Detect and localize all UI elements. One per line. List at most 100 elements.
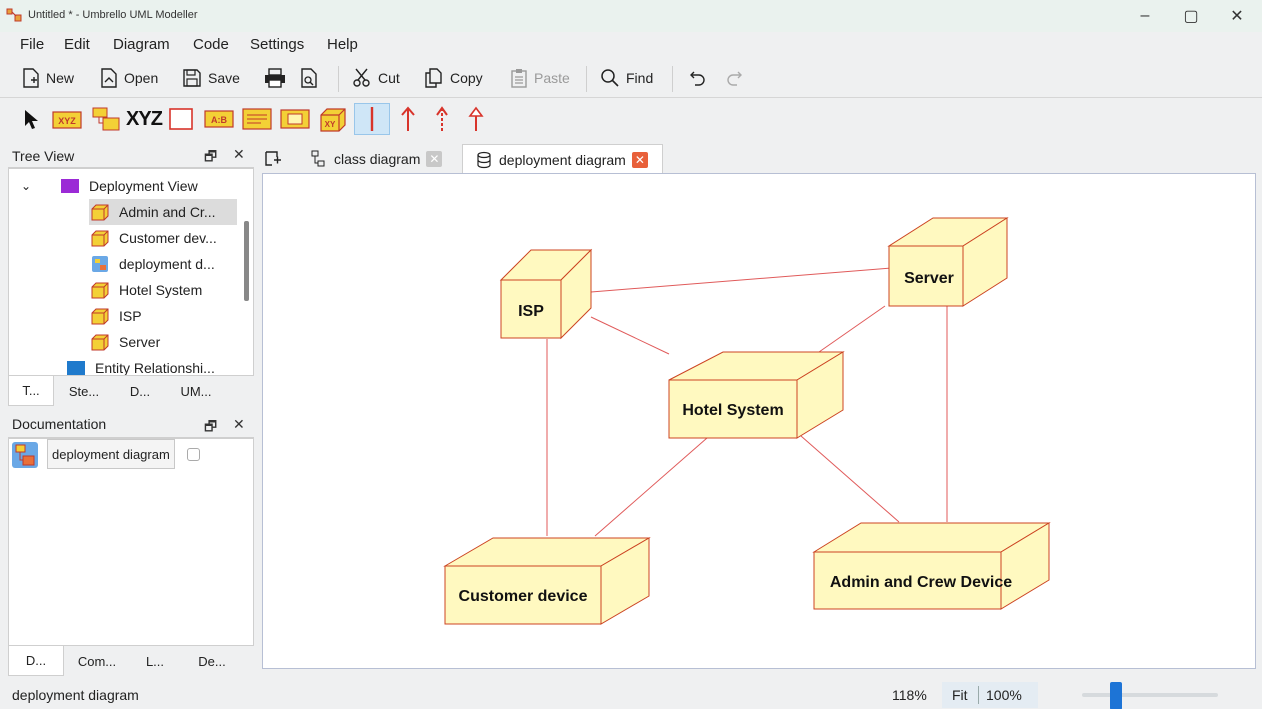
minimize-button[interactable]: – (1122, 2, 1168, 30)
new-label: New (46, 70, 75, 86)
tab-deployment-diagram[interactable]: deployment diagram ✕ (462, 144, 663, 174)
open-button[interactable]: Open (100, 64, 158, 92)
tree-view: ⌄ Deployment View Admin and Cr... Custom… (8, 168, 254, 376)
tab-tree[interactable]: T... (8, 376, 54, 406)
connection-isp-hotel[interactable] (590, 316, 670, 355)
float-panel-icon[interactable]: 🗗 (204, 146, 217, 170)
print-button[interactable] (264, 64, 292, 92)
connection-server-hotel[interactable] (818, 305, 886, 353)
dashed-arrow-icon (436, 106, 448, 131)
menu-code[interactable]: Code (193, 36, 229, 53)
object-tool[interactable]: A:B (202, 103, 236, 135)
association-tool[interactable] (394, 103, 422, 135)
node-label: Server (904, 270, 954, 287)
maximize-button[interactable]: ▢ (1168, 2, 1214, 30)
tree-item-deployment-diagram[interactable]: deployment d... (91, 251, 215, 277)
open-file-icon (101, 68, 117, 88)
new-button[interactable]: New (22, 64, 74, 92)
documentation-area[interactable]: deployment diagram (8, 438, 254, 646)
float-panel-icon[interactable]: 🗗 (204, 416, 217, 440)
tree-item-deployment-view[interactable]: ⌄ Deployment View (9, 173, 245, 199)
documentation-title: Documentation (12, 416, 107, 432)
tab-log[interactable]: L... (130, 646, 180, 676)
close-panel-icon[interactable]: ✕ (233, 416, 245, 433)
copy-button[interactable]: Copy (424, 64, 483, 92)
dashed-arrow-tool[interactable] (428, 103, 456, 135)
connection-isp-server[interactable] (590, 267, 892, 293)
select-tool[interactable] (16, 103, 46, 135)
menu-file[interactable]: File (20, 36, 44, 53)
diagram-canvas[interactable]: ISP Server Hotel System Customer device (262, 173, 1256, 669)
node-hotel-system[interactable]: Hotel System (668, 351, 845, 439)
menu-help[interactable]: Help (327, 36, 358, 53)
tree-item-admin[interactable]: Admin and Cr... (89, 199, 237, 225)
dependency-tool[interactable] (354, 103, 390, 135)
tree-item-isp[interactable]: ISP (91, 303, 142, 329)
save-button[interactable]: Save (182, 64, 240, 92)
generalization-tool[interactable] (462, 103, 490, 135)
database-icon (477, 151, 491, 168)
node-admin-crew-device[interactable]: Admin and Crew Device (812, 522, 1051, 610)
minimize-icon: – (1140, 7, 1150, 24)
print-icon (265, 68, 285, 88)
port-tool[interactable] (278, 103, 312, 135)
tree-view-title: Tree View (12, 148, 75, 164)
tree-scrollbar[interactable] (244, 221, 249, 301)
node-label: Admin and Crew Device (830, 574, 1012, 591)
redo-button[interactable] (724, 64, 750, 92)
tab-documentation[interactable]: D... (8, 646, 64, 676)
tab-stereotypes[interactable]: Ste... (54, 376, 114, 406)
close-button[interactable]: ✕ (1214, 2, 1260, 30)
tree-item-server[interactable]: Server (91, 329, 160, 355)
documentation-item-label: deployment diagram (52, 446, 170, 462)
deployment-diagram: ISP Server Hotel System Customer device (443, 217, 1051, 625)
box-tool[interactable] (166, 103, 196, 135)
find-button[interactable]: Find (600, 64, 653, 92)
close-tab-icon[interactable]: ✕ (426, 151, 443, 167)
documentation-item-button[interactable]: deployment diagram (47, 439, 175, 469)
zoom-slider[interactable] (1082, 682, 1218, 709)
zoom-100-button[interactable]: 100% (986, 687, 1022, 703)
connection-hotel-admin[interactable] (800, 435, 900, 523)
artifact-tool[interactable] (240, 103, 274, 135)
zoom-slider-handle[interactable] (1110, 682, 1122, 709)
umbrello-app-icon (6, 8, 22, 22)
xyz-text-label: XYZ (126, 107, 163, 130)
tree-item-hotel[interactable]: Hotel System (91, 277, 202, 303)
node-isp[interactable]: ISP (499, 248, 593, 340)
chevron-down-icon[interactable]: ⌄ (9, 179, 39, 193)
menu-edit[interactable]: Edit (64, 36, 90, 53)
tab-class-diagram[interactable]: class diagram ✕ (306, 144, 446, 174)
node-label: ISP (518, 303, 544, 320)
undo-button[interactable] (688, 64, 714, 92)
menu-diagram[interactable]: Diagram (113, 36, 170, 53)
close-panel-icon[interactable]: ✕ (233, 146, 245, 163)
paste-button[interactable]: Paste (510, 64, 570, 92)
tab-debug[interactable]: De... (180, 646, 244, 676)
node-tool[interactable]: XYZ (50, 103, 84, 135)
deploy-node-tool[interactable]: XY (316, 103, 350, 135)
tab-command-history[interactable]: Com... (64, 646, 130, 676)
tree-bottom-tabs: T... Ste... D... UM... (8, 376, 226, 406)
tab-uml[interactable]: UM... (166, 376, 226, 406)
node-customer-device[interactable]: Customer device (443, 537, 651, 625)
tree-item-customer[interactable]: Customer dev... (91, 225, 217, 251)
tree-item-label: Admin and Cr... (119, 204, 216, 220)
xyz-text-tool[interactable]: XYZ (126, 103, 163, 135)
component-tool[interactable] (88, 103, 122, 135)
tree-item-entity-relationship[interactable]: Entity Relationshi... (67, 355, 215, 375)
node-server[interactable]: Server (887, 217, 1009, 307)
cut-button[interactable]: Cut (352, 64, 400, 92)
print-preview-button[interactable] (300, 64, 324, 92)
connection-hotel-customer[interactable] (594, 437, 708, 537)
node-icon (91, 282, 109, 299)
documentation-checkbox[interactable] (187, 448, 200, 461)
menu-settings[interactable]: Settings (250, 36, 304, 53)
save-icon (183, 69, 201, 87)
close-tab-icon[interactable]: ✕ (631, 151, 648, 168)
new-tab-icon[interactable] (264, 144, 288, 174)
fit-button[interactable]: Fit (952, 687, 968, 703)
diagram-tab-bar: class diagram ✕ deployment diagram ✕ (262, 144, 1256, 174)
tab-diagrams[interactable]: D... (114, 376, 166, 406)
tree-item-label: Server (119, 334, 161, 350)
